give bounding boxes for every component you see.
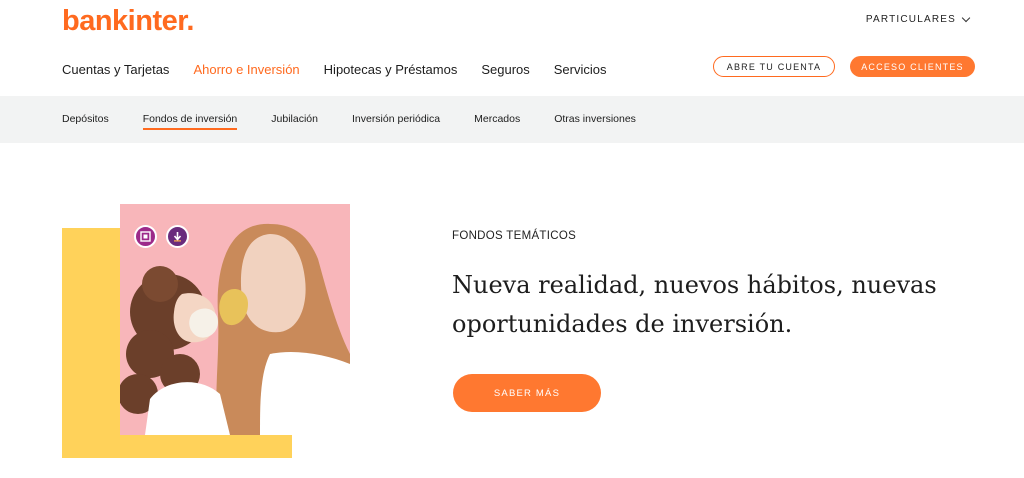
subnav-item-fondos-inversion[interactable]: Fondos de inversión xyxy=(142,113,237,130)
bankinter-logo[interactable]: bankinter. xyxy=(62,5,195,38)
subnav-item-jubilacion[interactable]: Jubilación xyxy=(271,113,318,125)
segment-selector[interactable]: PARTICULARES xyxy=(865,13,971,25)
nav-item-hipotecas-prestamos[interactable]: Hipotecas y Préstamos xyxy=(324,62,458,77)
hero-image xyxy=(120,204,350,435)
subnav-item-depositos[interactable]: Depósitos xyxy=(62,113,109,125)
segment-label: PARTICULARES xyxy=(865,14,956,25)
hero-eyebrow: FONDOS TEMÁTICOS xyxy=(452,230,577,242)
main-nav: Cuentas y Tarjetas Ahorro e Inversión Hi… xyxy=(62,62,607,77)
nav-item-seguros[interactable]: Seguros xyxy=(481,62,529,77)
client-access-button[interactable]: ACCESO CLIENTES xyxy=(850,56,975,77)
saber-mas-button[interactable]: SABER MÁS xyxy=(453,374,601,412)
image-frame-icon xyxy=(134,225,157,248)
nav-item-servicios[interactable]: Servicios xyxy=(554,62,607,77)
nav-item-cuentas-tarjetas[interactable]: Cuentas y Tarjetas xyxy=(62,62,169,77)
subnav-item-mercados[interactable]: Mercados xyxy=(474,113,520,125)
nav-item-ahorro-inversion[interactable]: Ahorro e Inversión xyxy=(193,62,299,77)
download-arrow-icon xyxy=(166,225,189,248)
open-account-button[interactable]: ABRE TU CUENTA xyxy=(713,56,835,77)
hero-headline: Nueva realidad, nuevos hábitos, nuevas o… xyxy=(452,271,937,338)
subnav-item-inversion-periodica[interactable]: Inversión periódica xyxy=(352,113,440,125)
subnav-item-otras-inversiones[interactable]: Otras inversiones xyxy=(554,113,636,125)
chevron-down-icon xyxy=(961,13,971,22)
sub-nav: Depósitos Fondos de inversión Jubilación… xyxy=(0,96,1024,143)
